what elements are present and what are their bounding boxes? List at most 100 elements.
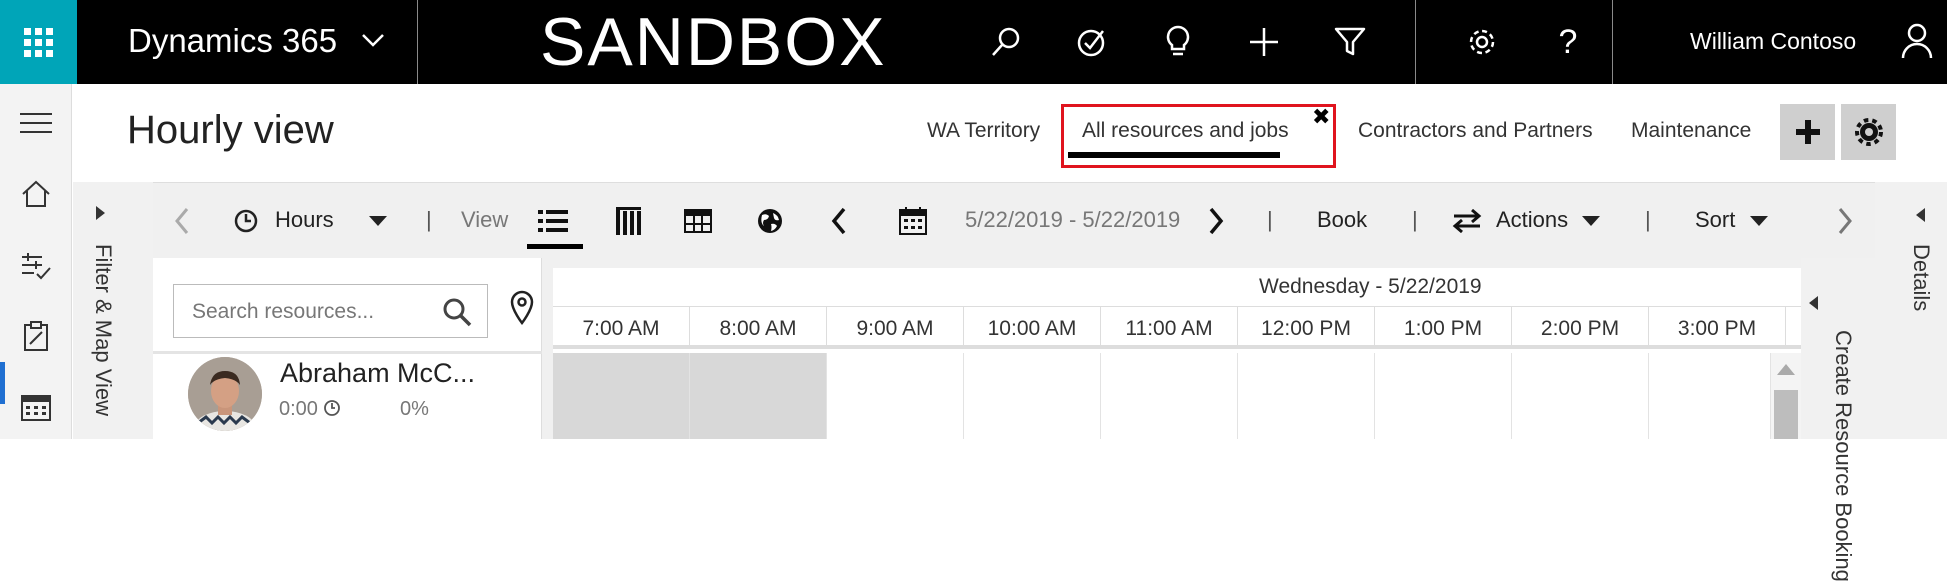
tab-wa-territory[interactable]: WA Territory: [927, 119, 1040, 143]
active-tab-underline: [1068, 152, 1280, 158]
tab-maintenance[interactable]: Maintenance: [1631, 119, 1751, 143]
time-header: 7:00 AM: [553, 306, 690, 349]
hamburger-icon[interactable]: [0, 99, 72, 147]
separator: |: [426, 207, 432, 232]
day-label: Wednesday - 5/22/2019: [1259, 275, 1482, 298]
clipboard-icon[interactable]: [0, 312, 72, 360]
caret-down-icon[interactable]: [1571, 201, 1611, 241]
view-label: View: [461, 207, 509, 232]
chevron-left-icon[interactable]: [819, 201, 859, 241]
hours-dropdown[interactable]: Hours: [275, 207, 334, 233]
gear-icon[interactable]: [1462, 22, 1502, 62]
time-header: 10:00 AM: [964, 306, 1101, 349]
grid-view-icon[interactable]: [678, 201, 718, 241]
filter-panel-label[interactable]: Filter & Map View: [90, 244, 116, 416]
clock-icon: [226, 201, 266, 241]
app-name[interactable]: Dynamics 365: [128, 22, 337, 60]
tab-all-resources-and-jobs[interactable]: All resources and jobs: [1082, 119, 1289, 143]
top-navigation-bar: Dynamics 365 SANDBOX ? William Contoso: [0, 0, 1947, 84]
calendar-icon[interactable]: [893, 201, 933, 241]
time-header: 8:00 AM: [690, 306, 827, 349]
panel-gap: [542, 258, 553, 439]
user-name[interactable]: William Contoso: [1690, 28, 1856, 55]
globe-icon[interactable]: [750, 201, 790, 241]
lightbulb-icon[interactable]: [1158, 22, 1198, 62]
user-icon[interactable]: [1900, 22, 1934, 65]
tab-contractors-and-partners[interactable]: Contractors and Partners: [1358, 119, 1593, 143]
time-header: 12:00 PM: [1238, 306, 1375, 349]
sort-dropdown[interactable]: Sort: [1695, 207, 1735, 233]
left-navigation: [0, 84, 72, 439]
plus-icon[interactable]: [1244, 22, 1284, 62]
time-header: 11:00 AM: [1101, 306, 1238, 349]
nav-active-indicator: [0, 362, 5, 404]
expand-arrow-icon[interactable]: [1809, 296, 1818, 310]
add-tab-button[interactable]: [1780, 104, 1835, 160]
avatar[interactable]: [188, 357, 262, 431]
task-icon[interactable]: [1072, 22, 1112, 62]
resource-hours: 0:00: [279, 398, 318, 420]
details-panel-label[interactable]: Details: [1908, 244, 1934, 311]
plus-icon: [1795, 120, 1820, 144]
expand-arrow-icon[interactable]: [96, 206, 105, 220]
page-title: Hourly view: [127, 108, 334, 152]
schedule-cell[interactable]: [1512, 353, 1649, 439]
chevron-left-icon[interactable]: [162, 201, 202, 241]
environment-label: SANDBOX: [540, 4, 887, 80]
caret-down-icon[interactable]: [358, 201, 398, 241]
caret-down-icon[interactable]: [1739, 201, 1779, 241]
divider: [153, 351, 542, 354]
time-header: 1:00 PM: [1375, 306, 1512, 349]
actions-dropdown[interactable]: Actions: [1496, 207, 1568, 233]
planning-icon[interactable]: [0, 242, 72, 290]
list-view-icon[interactable]: [533, 201, 573, 241]
board-view-icon[interactable]: [608, 201, 648, 241]
grid-gap: [553, 258, 1801, 268]
schedule-cell[interactable]: [964, 353, 1101, 439]
schedule-cell[interactable]: [827, 353, 964, 439]
schedule-cell[interactable]: [1101, 353, 1238, 439]
gear-icon: [1854, 118, 1883, 146]
help-icon[interactable]: ?: [1548, 22, 1588, 62]
filter-icon[interactable]: [1330, 22, 1370, 62]
separator: |: [1412, 207, 1418, 232]
separator: |: [1267, 207, 1273, 232]
time-header: 3:00 PM: [1649, 306, 1786, 349]
map-pin-icon[interactable]: [509, 290, 535, 331]
settings-button[interactable]: [1841, 104, 1896, 160]
separator: |: [1645, 207, 1651, 232]
time-header: 2:00 PM: [1512, 306, 1649, 349]
divider: [417, 0, 418, 84]
search-input[interactable]: Search resources...: [173, 284, 488, 338]
create-booking-label[interactable]: Create Resource Booking: [1830, 330, 1856, 582]
search-icon[interactable]: [986, 22, 1026, 62]
resource-utilization: 0%: [400, 398, 429, 420]
resource-name[interactable]: Abraham McC...: [280, 358, 475, 389]
schedule-cell[interactable]: [553, 353, 690, 439]
home-icon[interactable]: [0, 170, 72, 218]
scroll-up-arrow-icon[interactable]: [1777, 364, 1795, 375]
calendar-icon[interactable]: [0, 383, 72, 431]
schedule-toolbar: Hours | View 5/22/2019 - 5/22/2019 | Boo…: [153, 182, 1875, 258]
close-icon[interactable]: ✖: [1312, 104, 1330, 130]
expand-arrow-icon[interactable]: [1916, 208, 1925, 222]
swap-icon: [1447, 201, 1487, 241]
divider: [1415, 0, 1416, 84]
search-placeholder: Search resources...: [192, 300, 375, 323]
chevron-right-icon[interactable]: [1196, 201, 1236, 241]
panel-gap: [1801, 258, 1875, 268]
schedule-cell[interactable]: [1375, 353, 1512, 439]
waffle-icon[interactable]: [0, 0, 77, 84]
divider: [1612, 0, 1613, 84]
chevron-right-icon[interactable]: [1825, 201, 1865, 241]
date-range[interactable]: 5/22/2019 - 5/22/2019: [965, 207, 1180, 233]
scrollbar-thumb[interactable]: [1774, 390, 1798, 439]
schedule-cell[interactable]: [1238, 353, 1375, 439]
search-icon[interactable]: [442, 297, 472, 332]
time-header: 9:00 AM: [827, 306, 964, 349]
schedule-cell[interactable]: [690, 353, 827, 439]
clock-icon: [323, 399, 341, 422]
schedule-cell[interactable]: [1649, 353, 1771, 439]
book-button[interactable]: Book: [1317, 207, 1367, 233]
chevron-down-icon[interactable]: [360, 30, 386, 55]
